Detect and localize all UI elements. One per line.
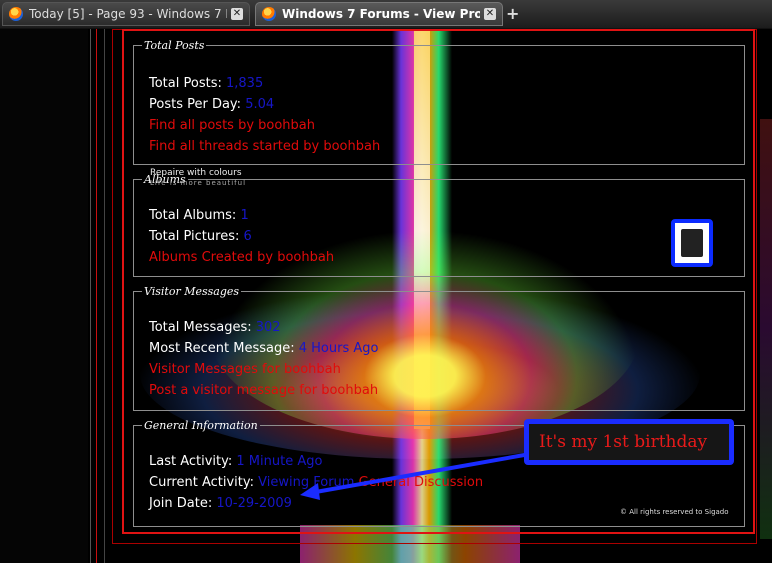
close-tab-icon[interactable]: ✕ (231, 8, 243, 20)
birthday-callout: It's my 1st birthday (524, 419, 734, 465)
browser-tab-strip: Today [5] - Page 93 - Windows 7 Fo... ✕ … (0, 0, 772, 29)
firefox-icon (9, 7, 23, 21)
close-tab-icon[interactable]: ✕ (484, 8, 496, 20)
tab-title: Today [5] - Page 93 - Windows 7 Fo... (29, 7, 227, 21)
profile-page: Total Posts Total Posts: 1,835 Posts Per… (0, 29, 772, 563)
tab-view-profile[interactable]: Windows 7 Forums - View Profile:... ✕ (255, 2, 503, 26)
new-tab-button[interactable]: + (506, 4, 519, 23)
firefox-icon (262, 7, 276, 21)
tab-today[interactable]: Today [5] - Page 93 - Windows 7 Fo... ✕ (2, 2, 250, 26)
callout-text: It's my 1st birthday (529, 424, 729, 460)
callout-arrow (300, 452, 531, 500)
copyright-note: © All rights reserved to Sigado (620, 508, 729, 516)
tab-title: Windows 7 Forums - View Profile:... (282, 7, 480, 21)
